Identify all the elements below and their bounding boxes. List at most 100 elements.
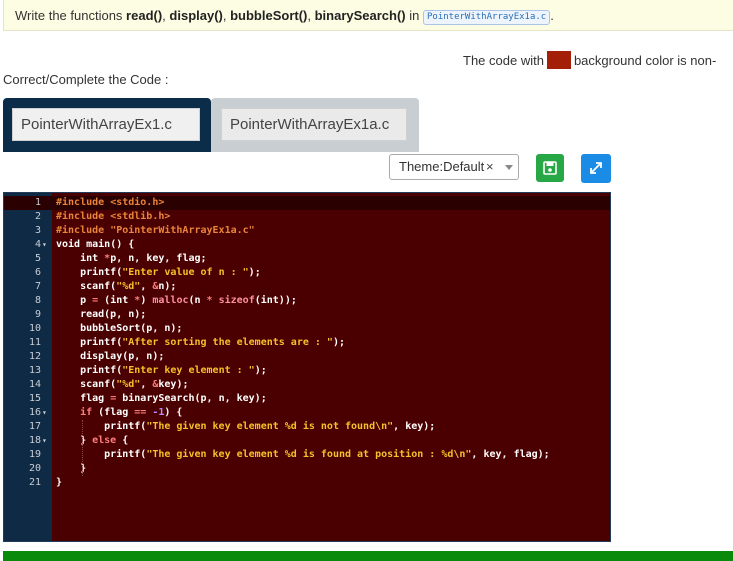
code-token: "Enter value of n : " <box>122 267 249 278</box>
line-number: 18 <box>28 435 41 446</box>
code-token: <stdlib.h> <box>110 211 171 222</box>
code-line[interactable]: 18 ▾ } else { <box>4 434 610 448</box>
line-number: 6 <box>34 267 41 278</box>
code-line[interactable]: 19 printf("The given key element %d is f… <box>4 448 610 462</box>
code-token: ) <box>140 295 153 306</box>
code-token: #include <box>56 211 111 222</box>
line-number: 7 <box>34 281 41 292</box>
line-number: 14 <box>28 379 41 390</box>
code-token: p, n, key, flag; <box>110 253 207 264</box>
line-number: 15 <box>28 393 41 404</box>
indent-guide <box>82 420 83 476</box>
line-number: 9 <box>34 309 41 320</box>
fullscreen-button[interactable] <box>581 154 611 183</box>
code-line[interactable]: 16 ▾ if (flag == -1) { <box>4 406 610 420</box>
line-number: 4 <box>34 239 41 250</box>
code-line[interactable]: 17 printf("The given key element %d is n… <box>4 420 610 434</box>
fold-arrow-icon[interactable]: ▾ <box>42 406 52 420</box>
code-text: p = (int *) malloc(n * sizeof(int)); <box>56 294 297 308</box>
code-token: #include <box>56 225 111 236</box>
code-text: printf("The given key element %d is not … <box>56 420 435 434</box>
code-line[interactable]: 13 printf("Enter key element : "); <box>4 364 610 378</box>
code-token: ); <box>254 365 267 376</box>
code-line[interactable]: 3 #include "PointerWithArrayEx1a.c" <box>4 224 610 238</box>
code-line[interactable]: 2 #include <stdlib.h> <box>4 210 610 224</box>
fold-arrow-icon[interactable]: ▾ <box>42 434 52 448</box>
code-token: else <box>92 435 123 446</box>
save-button[interactable] <box>536 154 564 182</box>
theme-select-value: Theme:Default <box>399 159 485 174</box>
line-number: 8 <box>34 295 41 306</box>
code-token: sizeof <box>218 295 255 306</box>
code-line[interactable]: 20 } <box>4 462 610 476</box>
code-token: n); <box>158 281 177 292</box>
code-line[interactable]: 5 int *p, n, key, flag; <box>4 252 610 266</box>
code-line[interactable]: 4 ▾ void main() { <box>4 238 610 252</box>
clear-icon[interactable]: × <box>486 155 494 179</box>
code-token: == <box>134 407 153 418</box>
theme-select[interactable]: Theme:Default × <box>389 154 519 180</box>
code-text: printf("Enter key element : "); <box>56 364 267 378</box>
color-note-before: The code with <box>463 53 544 68</box>
line-number: 2 <box>34 211 41 222</box>
code-token: , key, flag); <box>471 449 550 460</box>
code-line[interactable]: 21} <box>4 476 610 490</box>
tab-pointerwitharrayex1a[interactable]: PointerWithArrayEx1a.c <box>211 98 419 152</box>
fn-read: read() <box>126 8 163 23</box>
task-sep: , <box>307 8 315 23</box>
tab-pointerwitharrayex1[interactable]: PointerWithArrayEx1.c <box>3 98 211 152</box>
code-line[interactable]: 12 display(p, n); <box>4 350 610 364</box>
submit-bar[interactable] <box>3 551 733 561</box>
code-token: (n <box>188 295 207 306</box>
code-token: } <box>56 477 63 488</box>
code-line[interactable]: 7 scanf("%d", &n); <box>4 280 610 294</box>
tab-label[interactable]: PointerWithArrayEx1.c <box>12 108 200 141</box>
code-token: if <box>56 407 99 418</box>
code-token: printf( <box>56 337 123 348</box>
code-token: read(p, n); <box>56 309 147 320</box>
code-token: binarySearch(p, n, key); <box>122 393 267 404</box>
code-token: "After sorting the elements are : " <box>122 337 333 348</box>
code-text: if (flag == -1) { <box>56 406 182 420</box>
code-line[interactable]: 11 printf("After sorting the elements ar… <box>4 336 610 350</box>
line-number: 1 <box>34 197 41 208</box>
code-editor[interactable]: 1 #include <stdio.h> 2 #include <stdlib.h> 3… <box>3 192 611 542</box>
code-line[interactable]: 6 printf("Enter value of n : "); <box>4 266 610 280</box>
color-note-after: background color is non- <box>573 53 717 68</box>
line-number: 16 <box>28 407 41 418</box>
fold-arrow-icon[interactable]: ▾ <box>42 238 52 252</box>
code-line[interactable]: 10 bubbleSort(p, n); <box>4 322 610 336</box>
code-token: * <box>206 295 219 306</box>
code-token: bubbleSort(p, n); <box>56 323 183 334</box>
code-text: flag = binarySearch(p, n, key); <box>56 392 267 406</box>
line-number: 5 <box>34 253 41 264</box>
fn-bubblesort: bubbleSort() <box>230 8 308 23</box>
line-number: 10 <box>28 323 41 334</box>
code-text: bubbleSort(p, n); <box>56 322 182 336</box>
code-line[interactable]: 8 p = (int *) malloc(n * sizeof(int)); <box>4 294 610 308</box>
line-number: 19 <box>28 449 41 460</box>
code-token: -1 <box>152 407 165 418</box>
code-token: { <box>122 435 129 446</box>
code-line[interactable]: 15 flag = binarySearch(p, n, key); <box>4 392 610 406</box>
code-line[interactable]: 14 scanf("%d", &key); <box>4 378 610 392</box>
chevron-down-icon[interactable] <box>505 165 513 170</box>
code-token: display(p, n); <box>56 351 165 362</box>
code-line[interactable]: 1 #include <stdio.h> <box>4 196 610 210</box>
code-token: printf( <box>56 267 123 278</box>
code-token: (flag <box>98 407 135 418</box>
code-line[interactable]: 9 read(p, n); <box>4 308 610 322</box>
fn-display: display() <box>169 8 223 23</box>
code-token: p <box>56 295 93 306</box>
code-token: ); <box>248 267 261 278</box>
tab-label[interactable]: PointerWithArrayEx1a.c <box>221 108 407 141</box>
code-token: "Enter key element : " <box>122 365 255 376</box>
code-token: #include <box>56 197 111 208</box>
code-token: printf( <box>56 421 147 432</box>
code-token: "The given key element %d is not found\n… <box>146 421 394 432</box>
code-text: } <box>56 476 62 490</box>
line-number: 3 <box>34 225 41 236</box>
code-token: "PointerWithArrayEx1a.c" <box>110 225 255 236</box>
code-token: "%d" <box>116 379 141 390</box>
code-token: , <box>140 379 153 390</box>
